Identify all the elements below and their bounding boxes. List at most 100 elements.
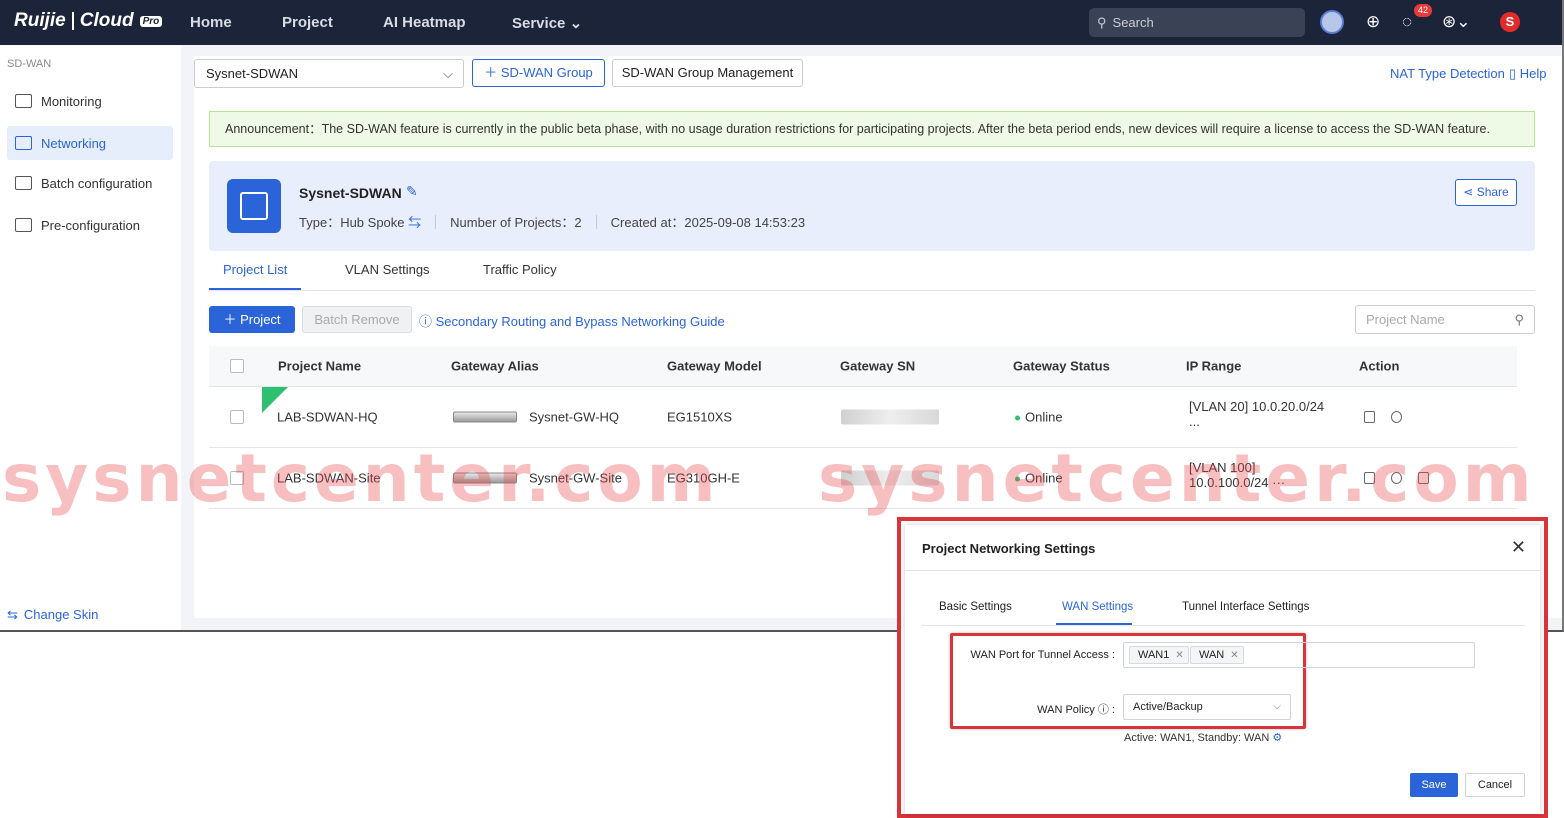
project-search-placeholder: Project Name — [1366, 312, 1445, 327]
close-icon[interactable]: ✕ — [1511, 537, 1526, 558]
select-all-checkbox[interactable] — [230, 359, 244, 373]
remove-chip-icon[interactable]: ✕ — [1175, 650, 1183, 661]
batch-remove-button[interactable]: Batch Remove — [302, 306, 412, 333]
edit-pencil-icon[interactable]: ✎ — [406, 183, 418, 200]
row-checkbox[interactable] — [230, 471, 244, 485]
hint-text: Active: WAN1, Standby: WAN — [1124, 732, 1270, 744]
delete-trash-icon[interactable] — [1418, 472, 1429, 484]
project-table: Project Name Gateway Alias Gateway Model… — [209, 346, 1517, 509]
help-link[interactable]: ▯ Help — [1509, 66, 1547, 82]
search-placeholder: Search — [1112, 15, 1154, 30]
message-icon[interactable]: ◌ — [1402, 12, 1412, 32]
add-sdwan-group-button[interactable]: ＋ SD-WAN Group — [472, 59, 605, 87]
col-ip-range: IP Range — [1186, 358, 1242, 374]
add-circle-icon[interactable]: ⊕ — [1366, 12, 1380, 32]
add-project-button[interactable]: ＋ Project — [209, 306, 295, 333]
highlight-frame: Project Networking Settings ✕ Basic Sett… — [897, 517, 1548, 818]
help-label: Help — [1519, 66, 1547, 81]
sidebar-item-pre-configuration[interactable]: Pre-configuration — [7, 208, 173, 242]
gateway-sn-blurred — [841, 409, 939, 425]
sdwan-group-select[interactable]: Sysnet-SDWAN ⌵ — [194, 59, 464, 88]
wan-policy-label: WAN Policy ⓘ : — [1037, 704, 1115, 716]
gateway-status: Online — [1015, 410, 1063, 425]
ip-range-line: [VLAN 20] 10.0.20.0/24 — [1189, 399, 1325, 414]
product-name: Cloud — [79, 10, 134, 31]
group-info-card: Sysnet-SDWAN ✎ Type：Hub Spoke ⇆ Number o… — [209, 161, 1535, 251]
table-row: LAB-SDWAN-Site Sysnet-GW-Site EG310GH-E … — [209, 448, 1517, 509]
sidebar-item-monitoring[interactable]: Monitoring — [7, 84, 173, 118]
tab-basic-settings[interactable]: Basic Settings — [939, 601, 1012, 613]
swap-icon: ⇆ — [7, 607, 18, 622]
nat-type-detection-link[interactable]: NAT Type Detection — [1390, 66, 1505, 81]
sidebar-item-label: Batch configuration — [41, 175, 153, 191]
project-name-search-input[interactable]: Project Name ⚲ — [1355, 305, 1535, 334]
edit-config-icon[interactable] — [1364, 472, 1375, 484]
networking-guide-link[interactable]: ⓘ Secondary Routing and Bypass Networkin… — [419, 311, 725, 330]
dialog-divider — [905, 570, 1540, 571]
add-project-label: Project — [240, 312, 281, 327]
type-value: Hub Spoke — [340, 215, 405, 230]
wan-port-multiselect[interactable]: WAN1 ✕ WAN ✕ — [1123, 642, 1475, 668]
gateway-sn-blurred — [841, 470, 939, 486]
nav-service[interactable]: Service ⌄ — [512, 14, 582, 32]
user-avatar[interactable]: S — [1500, 12, 1520, 32]
language-globe-icon[interactable]: ⊛⌄ — [1442, 12, 1471, 32]
projects-label: Number of Projects： — [450, 215, 575, 230]
guide-label: Secondary Routing and Bypass Networking … — [435, 314, 725, 329]
gateway-model: EG310GH-E — [667, 470, 740, 486]
content-tabs: Project List VLAN Settings Traffic Polic… — [209, 254, 1535, 291]
ruijie-cloud-logo[interactable]: Ruijie Cloud Pro — [14, 10, 163, 32]
settings-icon[interactable] — [1391, 472, 1402, 484]
sidebar-item-networking[interactable]: Networking — [7, 126, 173, 160]
switch-type-icon[interactable]: ⇆ — [408, 215, 421, 230]
gateway-device-image — [453, 472, 517, 484]
group-name: Sysnet-SDWAN — [299, 185, 402, 201]
project-networking-settings-dialog: Project Networking Settings ✕ Basic Sett… — [905, 525, 1540, 814]
wan-policy-select[interactable]: Active/Backup ⌵ — [1123, 694, 1291, 720]
gear-icon[interactable]: ⚙ — [1272, 732, 1282, 744]
nav-project[interactable]: Project — [282, 14, 333, 31]
settings-icon[interactable] — [1391, 411, 1402, 423]
gateway-alias: Sysnet-GW-Site — [529, 470, 622, 486]
chip-label: WAN1 — [1138, 649, 1170, 661]
project-name[interactable]: LAB-SDWAN-HQ — [277, 410, 378, 425]
tab-project-list[interactable]: Project List — [223, 262, 287, 277]
share-button[interactable]: ⋖ Share — [1455, 179, 1517, 206]
save-button[interactable]: Save — [1410, 773, 1458, 797]
table-header: Project Name Gateway Alias Gateway Model… — [209, 346, 1517, 387]
row-checkbox[interactable] — [230, 410, 244, 424]
tab-traffic-policy[interactable]: Traffic Policy — [483, 262, 557, 277]
created-label: Created at： — [610, 215, 685, 230]
online-dot — [1015, 476, 1020, 482]
batch-config-icon — [15, 176, 32, 190]
share-label: Share — [1476, 185, 1509, 199]
project-name[interactable]: LAB-SDWAN-Site — [277, 471, 381, 486]
help-book-icon: ▯ — [1509, 66, 1517, 81]
sidebar-section-title: SD-WAN — [7, 58, 52, 70]
sidebar-item-label: Pre-configuration — [41, 217, 140, 233]
remove-chip-icon[interactable]: ✕ — [1230, 650, 1238, 661]
sidebar-item-batch-configuration[interactable]: Batch configuration — [7, 166, 173, 200]
help-circle-icon[interactable]: ⓘ — [1098, 704, 1109, 716]
gateway-alias: Sysnet-GW-HQ — [529, 409, 620, 425]
gateway-status: Online — [1015, 471, 1063, 486]
sliders-icon — [15, 136, 32, 150]
sdwan-group-management-button[interactable]: SD-WAN Group Management — [612, 59, 803, 87]
tab-tunnel-interface-settings[interactable]: Tunnel Interface Settings — [1182, 601, 1309, 613]
change-skin-link[interactable]: ⇆ Change Skin — [7, 607, 98, 623]
dialog-title: Project Networking Settings — [922, 541, 1096, 556]
assistant-robot-icon[interactable] — [1320, 10, 1344, 34]
edit-config-icon[interactable] — [1364, 411, 1375, 423]
tab-vlan-settings[interactable]: VLAN Settings — [345, 262, 430, 277]
dialog-tabs-border — [922, 625, 1525, 626]
nav-service-label: Service — [512, 15, 566, 32]
col-gateway-alias: Gateway Alias — [451, 358, 539, 374]
tab-wan-settings[interactable]: WAN Settings — [1062, 601, 1133, 613]
type-label: Type： — [299, 215, 341, 230]
global-search-input[interactable]: ⚲ Search — [1089, 8, 1305, 37]
nav-ai-heatmap[interactable]: AI Heatmap — [383, 14, 466, 31]
projects-value: 2 — [574, 215, 582, 230]
col-gateway-model: Gateway Model — [667, 358, 762, 374]
nav-home[interactable]: Home — [190, 14, 232, 31]
cancel-button[interactable]: Cancel — [1465, 773, 1525, 797]
